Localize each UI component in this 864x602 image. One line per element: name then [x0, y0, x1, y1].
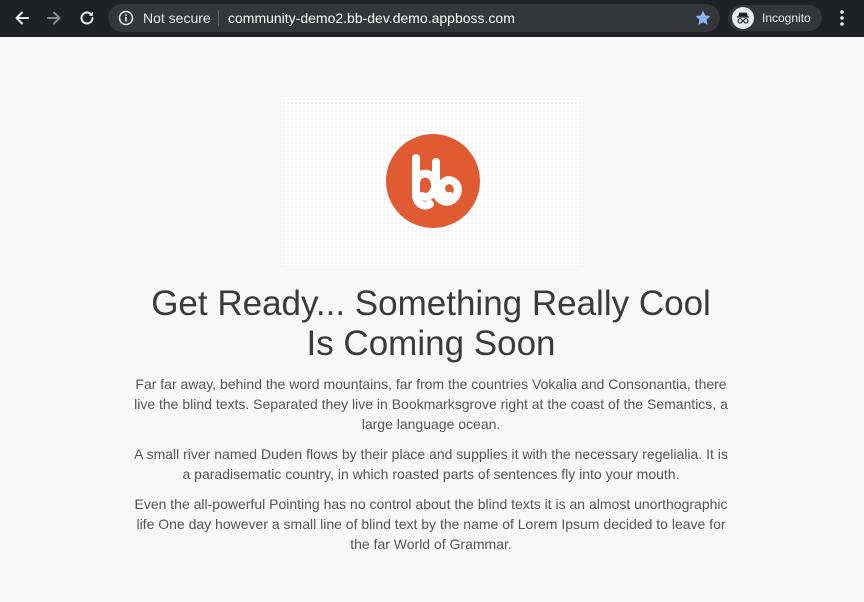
- security-status[interactable]: Not secure: [143, 10, 211, 26]
- reload-icon: [80, 11, 94, 25]
- incognito-icon: [732, 7, 754, 29]
- forward-button[interactable]: [41, 6, 67, 30]
- omnibox-divider: [218, 10, 219, 26]
- incognito-profile-button[interactable]: Incognito: [728, 5, 822, 31]
- arrow-left-icon: [15, 11, 29, 25]
- star-icon[interactable]: [694, 9, 712, 27]
- kebab-menu-icon[interactable]: [832, 8, 852, 28]
- buddyboss-logo-icon: [386, 134, 480, 228]
- page-content: Get Ready... Something Really Cool Is Co…: [1, 37, 863, 602]
- page-title: Get Ready... Something Really Cool Is Co…: [81, 284, 781, 364]
- paragraph-1: Far far away, behind the word mountains,…: [134, 376, 728, 432]
- page-title-line-1: Get Ready... Something Really Cool: [151, 284, 711, 323]
- arrow-right-icon: [47, 11, 61, 25]
- paragraph-2: A small river named Duden flows by their…: [134, 446, 728, 482]
- reload-button[interactable]: [74, 6, 100, 30]
- info-icon[interactable]: [118, 10, 134, 26]
- paragraph-3: Even the all-powerful Pointing has no co…: [134, 496, 728, 552]
- url-text[interactable]: community-demo2.bb-dev.demo.appboss.com: [228, 10, 515, 26]
- address-bar[interactable]: Not secure community-demo2.bb-dev.demo.a…: [108, 4, 720, 32]
- back-button[interactable]: [9, 6, 35, 30]
- hero-image: [282, 97, 582, 265]
- browser-toolbar: Not secure community-demo2.bb-dev.demo.a…: [0, 0, 864, 37]
- incognito-label: Incognito: [762, 11, 811, 25]
- page-title-line-2: Is Coming Soon: [306, 324, 556, 363]
